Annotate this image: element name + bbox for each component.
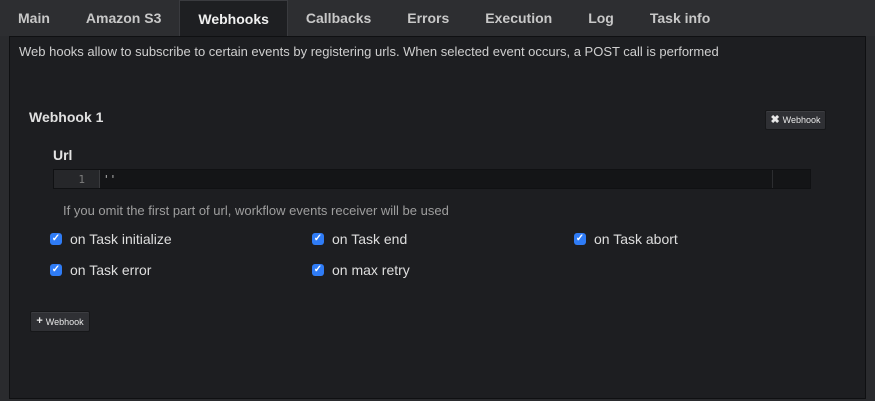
tab-amazon-s3[interactable]: Amazon S3: [68, 0, 179, 36]
add-webhook-label: Webhook: [45, 316, 84, 327]
remove-webhook-button[interactable]: ✖ Webhook: [765, 110, 826, 130]
plus-icon: +: [36, 315, 43, 327]
checkbox-on-task-initialize[interactable]: ✓ on Task initialize: [50, 231, 172, 247]
webhook-title: Webhook 1: [29, 109, 104, 125]
tab-main[interactable]: Main: [0, 0, 68, 36]
url-label: Url: [53, 147, 73, 163]
checkbox-label: on Task initialize: [70, 231, 172, 247]
checkbox-on-task-error[interactable]: ✓ on Task error: [50, 262, 151, 278]
checkbox-on-task-end[interactable]: ✓ on Task end: [312, 231, 407, 247]
editor-scrollbar[interactable]: [772, 170, 810, 188]
url-code-editor[interactable]: 1 '': [53, 169, 811, 189]
checkbox-checked-icon[interactable]: ✓: [312, 264, 324, 276]
tab-execution[interactable]: Execution: [467, 0, 570, 36]
checkbox-checked-icon[interactable]: ✓: [50, 264, 62, 276]
checkbox-label: on max retry: [332, 262, 410, 278]
webhooks-description: Web hooks allow to subscribe to certain …: [19, 44, 719, 59]
checkbox-checked-icon[interactable]: ✓: [312, 233, 324, 245]
tab-task-info[interactable]: Task info: [632, 0, 728, 36]
tab-errors[interactable]: Errors: [389, 0, 467, 36]
close-icon: ✖: [770, 113, 780, 126]
checkbox-label: on Task error: [70, 262, 152, 278]
url-hint: If you omit the first part of url, workf…: [63, 203, 449, 218]
tab-bar: Main Amazon S3 Webhooks Callbacks Errors…: [0, 0, 875, 36]
url-code-line[interactable]: '': [99, 170, 772, 188]
webhooks-panel: Web hooks allow to subscribe to certain …: [9, 36, 866, 399]
tab-callbacks[interactable]: Callbacks: [288, 0, 389, 36]
line-number-gutter: 1: [54, 170, 99, 188]
line-number: 1: [78, 172, 85, 186]
tab-log[interactable]: Log: [570, 0, 632, 36]
checkbox-on-task-abort[interactable]: ✓ on Task abort: [574, 231, 678, 247]
checkbox-on-max-retry[interactable]: ✓ on max retry: [312, 262, 410, 278]
checkbox-checked-icon[interactable]: ✓: [50, 233, 62, 245]
add-webhook-button[interactable]: + Webhook: [30, 311, 90, 332]
checkbox-label: on Task end: [332, 231, 408, 247]
checkbox-checked-icon[interactable]: ✓: [574, 233, 586, 245]
tab-webhooks[interactable]: Webhooks: [179, 0, 288, 36]
checkbox-label: on Task abort: [594, 231, 678, 247]
remove-webhook-label: Webhook: [782, 115, 821, 125]
